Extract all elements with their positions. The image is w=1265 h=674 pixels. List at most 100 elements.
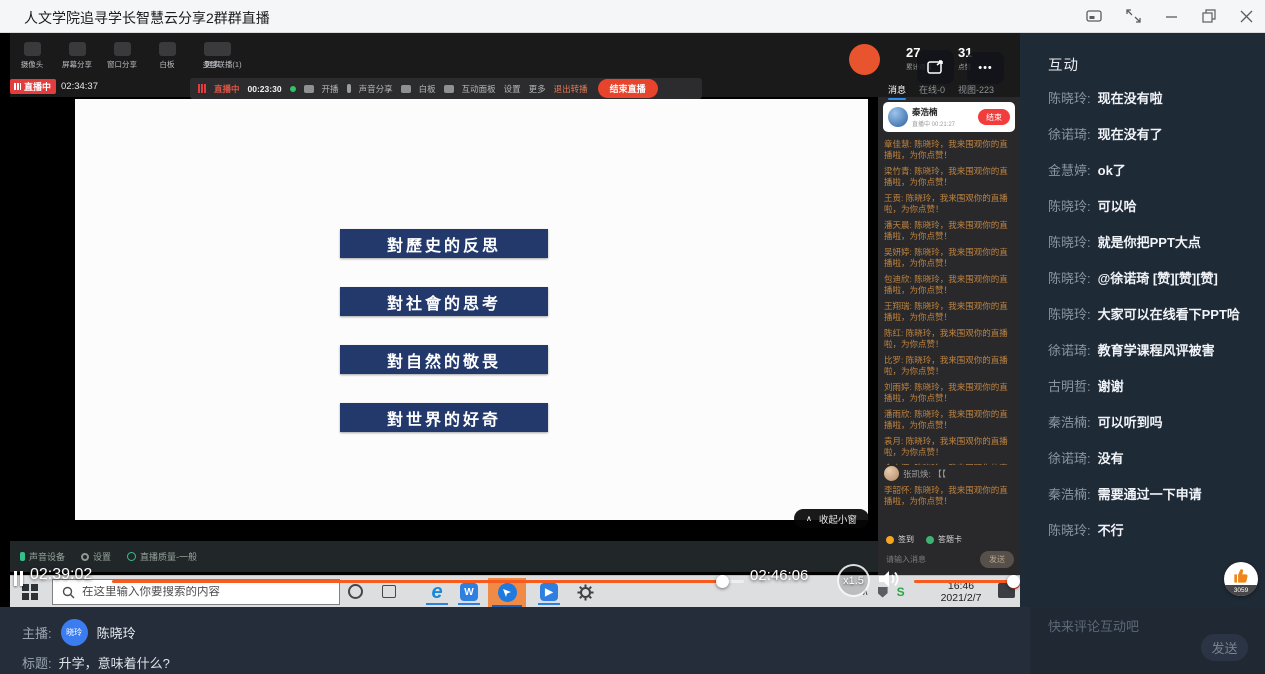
minimize-icon[interactable] <box>1165 10 1178 23</box>
mic-icon[interactable] <box>347 84 351 93</box>
exit-relay-button[interactable]: 退出转播 <box>554 83 588 95</box>
camera-icon[interactable] <box>304 85 314 93</box>
live-badge: 直播中 02:34:37 <box>10 79 98 94</box>
live-timer: 02:34:37 <box>61 81 98 92</box>
mini-window-button[interactable] <box>917 50 954 84</box>
stream-chat-message: 潘雨欣: 陈晓玲，我来围观你的直播啦，为你点赞！ <box>884 409 1014 431</box>
chat-sender: 古明哲: <box>1048 379 1091 394</box>
chat-sender: 秦浩楠: <box>1048 487 1091 502</box>
chat-text: @徐诺琦 [赞][赞][赞] <box>1098 271 1218 286</box>
tool-label: 白板 <box>160 59 175 70</box>
stream-info-bar: 主播: 晓玲 陈晓玲 标题: 升学，意味着什么? <box>0 607 1030 674</box>
fullscreen-icon[interactable] <box>1126 9 1141 23</box>
camera-label[interactable]: 开播 <box>322 83 339 95</box>
stream-chat-message: 潘天晨: 陈晓玲，我来围观你的直播啦，为你点赞！ <box>884 220 1014 242</box>
share-toolbar-button[interactable]: 窗口分享 <box>104 42 140 70</box>
settings-button[interactable]: 设置 <box>504 83 521 95</box>
stream-chat-message: 吴妍婷: 陈晓玲，我来围观你的直播啦，为你点赞！ <box>884 247 1014 269</box>
chat-message: 秦浩楠: 需要通过一下申请 <box>1020 486 1265 522</box>
interaction-sidebar: 互动 陈晓玲:现在没有啦 徐诺琦:现在没有了 金慧婷:ok了 陈晓玲:可以哈 陈… <box>1020 33 1265 607</box>
taskbar-clock[interactable]: 16:46 2021/2/7 <box>932 580 990 604</box>
audio-device-button[interactable]: 声音设备 <box>20 550 65 563</box>
search-input[interactable] <box>82 586 312 598</box>
like-count: 3059 <box>1224 585 1258 596</box>
restore-icon[interactable] <box>1202 9 1216 23</box>
comment-input[interactable] <box>1048 619 1198 634</box>
panel-tab[interactable]: 在线-0 <box>919 83 945 100</box>
chat-chip[interactable]: 签到 <box>886 534 914 545</box>
playback-speed-button[interactable]: x1.5 <box>837 564 870 597</box>
stream-chat-input[interactable]: 请输入消息 <box>886 554 926 565</box>
live-label: 直播中 <box>24 80 51 93</box>
close-icon[interactable] <box>1240 10 1253 23</box>
title-label: 标题: <box>22 653 52 672</box>
chat-message: 陈晓玲:不行 <box>1020 522 1265 558</box>
panel-icon[interactable] <box>444 85 454 93</box>
video-app-icon: ▶ <box>540 583 558 601</box>
stream-control-toolbar: 直播中 00:23:30 开播 声音分享 白板 互动面板 设置 更多 退出转播 … <box>190 78 702 99</box>
shared-slide: 對歷史的反思對社會的思考對自然的敬畏對世界的好奇 <box>75 99 868 520</box>
cortana-button[interactable] <box>348 584 363 599</box>
progress-bar[interactable] <box>112 580 744 583</box>
thumbs-up-icon <box>1231 566 1251 586</box>
send-comment-button[interactable]: 发送 <box>1201 634 1248 661</box>
stream-chat-send-button[interactable]: 发送 <box>980 551 1014 568</box>
stream-chat-message: 金之源: 陈晓玲，我来围观你的直播啦，为你点赞！ <box>884 463 1014 465</box>
chat-message: 徐诺琦:教育学课程风评被害 <box>1020 342 1265 378</box>
panel-tab[interactable]: 消息 <box>888 83 906 100</box>
video-player-area[interactable]: 摄像头 屏幕分享 窗口分享 白板 更多 多群联播(1) 直播中 02:34:37 <box>0 33 1020 607</box>
live-action-button[interactable] <box>849 44 880 75</box>
search-icon <box>62 586 75 599</box>
stream-chat-message: 包迪欣: 陈晓玲，我来围观你的直播啦，为你点赞！ <box>884 274 1014 296</box>
start-button[interactable] <box>22 584 38 605</box>
slide-bullet: 對自然的敬畏 <box>340 345 548 374</box>
host-end-button[interactable]: 结束 <box>978 109 1010 125</box>
wps-icon: W <box>460 583 478 601</box>
multicast-button[interactable]: 多群联播(1) <box>196 42 248 70</box>
share-toolbar-button[interactable]: 白板 <box>149 42 185 70</box>
interaction-panel-button[interactable]: 互动面板 <box>462 83 496 95</box>
chat-text: 教育学课程风评被害 <box>1098 343 1215 358</box>
more-button[interactable]: 更多 <box>529 83 546 95</box>
chat-text: 现在没有啦 <box>1098 91 1163 106</box>
window-title: 人文学院追寻学长智慧云分享2群群直播 <box>24 8 270 28</box>
like-button[interactable]: 3059 <box>1224 562 1258 596</box>
chat-sender: 陈晓玲: <box>1048 307 1091 322</box>
chat-message: 陈晓玲:@徐诺琦 [赞][赞][赞] <box>1020 270 1265 306</box>
chat-sender: 陈晓玲: <box>1048 199 1091 214</box>
host-label: 主播: <box>22 623 52 642</box>
volume-slider[interactable] <box>914 580 1014 583</box>
chat-text: ok了 <box>1098 163 1126 178</box>
screenshot-icon[interactable] <box>1086 9 1102 23</box>
host-avatar[interactable]: 晓玲 <box>61 619 88 646</box>
tool-icon <box>69 42 86 56</box>
share-toolbar-button[interactable]: 摄像头 <box>14 42 50 70</box>
collapse-mini-window-button[interactable]: ∧ 收起小窗 <box>794 509 869 528</box>
stream-chat-message: 袁月: 陈晓玲，我来围观你的直播啦，为你点赞！ <box>884 436 1014 458</box>
chat-message: 陈晓玲:就是你把PPT大点 <box>1020 234 1265 270</box>
stream-chat-message: 比罗: 陈晓玲，我来围观你的直播啦，为你点赞！ <box>884 355 1014 377</box>
audio-share-button[interactable]: 声音分享 <box>359 83 393 95</box>
stream-elapsed-time: 00:23:30 <box>248 84 282 94</box>
gear-icon <box>81 553 89 561</box>
end-live-button[interactable]: 结束直播 <box>598 79 658 98</box>
volume-button[interactable] <box>878 569 902 594</box>
whiteboard-button[interactable]: 白板 <box>419 83 436 95</box>
tool-label: 摄像头 <box>21 59 44 70</box>
more-options-button[interactable]: ••• <box>967 52 1004 84</box>
chat-text: 就是你把PPT大点 <box>1098 235 1201 250</box>
chat-chip[interactable]: 答题卡 <box>926 534 962 545</box>
stream-quality-indicator[interactable]: 直播质量-一般 <box>127 550 197 563</box>
task-view-button[interactable] <box>382 585 396 598</box>
panel-tab[interactable]: 视图-223 <box>958 83 994 100</box>
live-stream-window: 人文学院追寻学长智慧云分享2群群直播 摄 <box>0 0 1265 674</box>
host-name: 陈晓玲 <box>97 623 136 642</box>
volume-handle[interactable] <box>1007 575 1020 588</box>
strip-settings-button[interactable]: 设置 <box>81 550 111 563</box>
slide-bullet: 對社會的思考 <box>340 287 548 316</box>
whiteboard-icon[interactable] <box>401 85 411 93</box>
share-toolbar-button[interactable]: 屏幕分享 <box>59 42 95 70</box>
pause-button[interactable] <box>14 571 23 586</box>
chip-dot-icon <box>886 536 894 544</box>
chat-text: 需要通过一下申请 <box>1098 487 1202 502</box>
